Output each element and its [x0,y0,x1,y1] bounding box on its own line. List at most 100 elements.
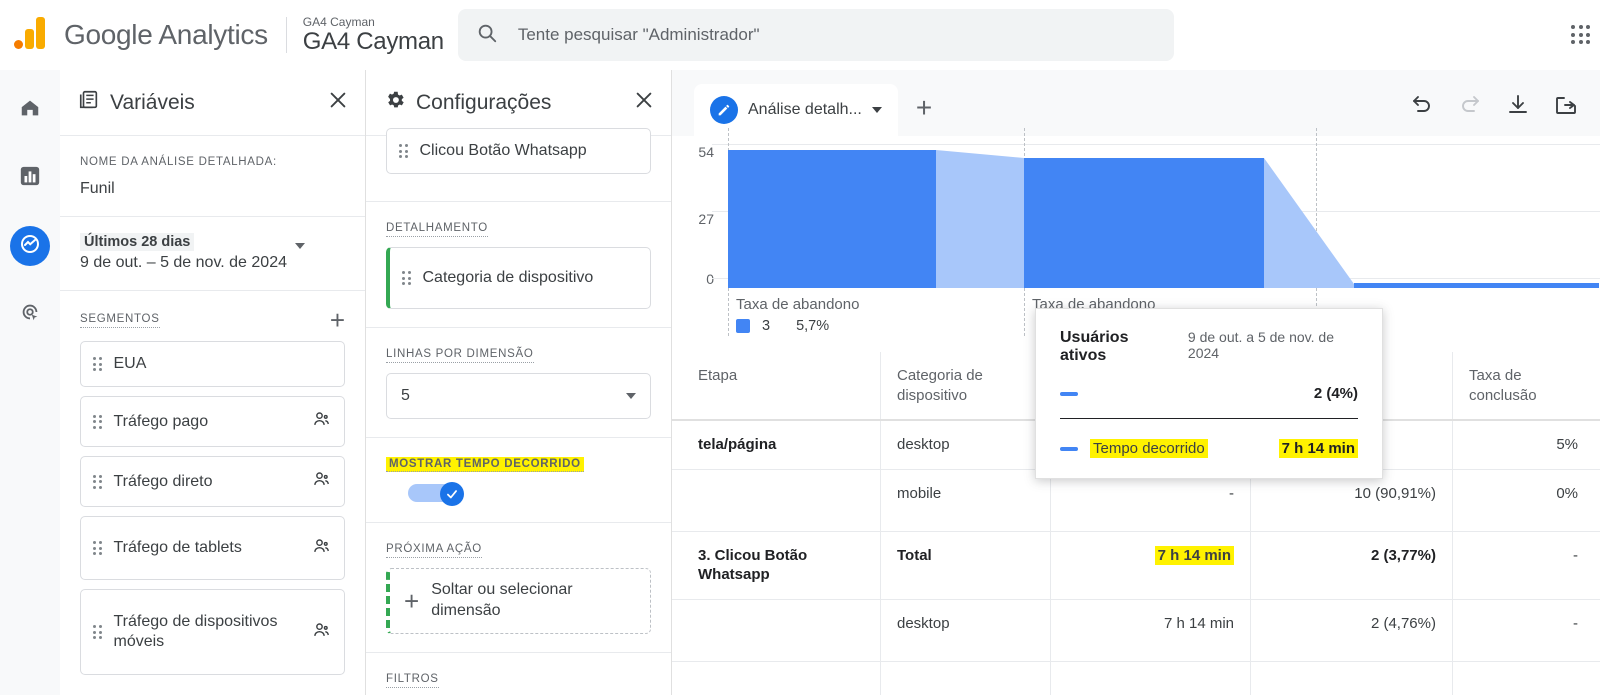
drag-handle-icon[interactable] [399,144,408,158]
cell-device: desktop [880,599,1050,661]
home-icon [19,97,41,124]
brand-name: Google Analytics [64,19,268,50]
tab-exploration[interactable]: Análise detalh... [694,84,898,136]
cell-time [1050,661,1250,695]
chevron-down-icon[interactable] [294,243,305,249]
date-range-pill: Últimos 28 dias [80,233,195,251]
tooltip-header: Usuários ativos 9 de out. a 5 de nov. de… [1060,329,1358,365]
drag-handle-icon[interactable] [93,474,102,489]
segment-item[interactable]: Tráfego de dispositivos móveis [80,589,345,675]
tab-actions [1410,93,1578,122]
segment-item[interactable]: EUA [80,341,345,387]
column-header-etapa[interactable]: Etapa [672,352,880,419]
cell-device: Total [880,531,1050,599]
column-header-device[interactable]: Categoria de dispositivo [880,352,1050,419]
plus-icon: + [404,586,420,616]
date-range-section[interactable]: Últimos 28 dias 9 de out. – 5 de nov. de… [60,217,365,291]
elapsed-time-toggle[interactable] [408,482,464,506]
y-tick-label: 0 [706,271,714,287]
cell-time-highlight: 7 h 14 min [1154,545,1234,565]
top-bar: Google Analytics GA4 Cayman GA4 Cayman T… [0,0,1600,70]
legend-value: 3 [762,318,771,334]
sidebar-item-home[interactable] [10,90,50,130]
users-icon [312,536,332,561]
table-row[interactable]: desktop 7 h 14 min 2 (4,76%) - [672,599,1600,662]
redo-icon [1458,93,1482,122]
analysis-name-value[interactable]: Funil [80,180,345,198]
next-action-drop-label: Soltar ou selecionar dimensão [431,581,573,619]
search-bar[interactable]: Tente pesquisar "Administrador" [457,9,1174,61]
y-tick-label: 54 [698,144,714,160]
apps-grid-icon[interactable] [1568,22,1594,48]
cell-device: mobile [880,469,1050,531]
close-icon[interactable] [327,89,349,116]
bar-chart-icon [19,165,41,192]
add-segment-button[interactable]: + [330,307,345,333]
advertising-target-icon [19,301,41,328]
property-selector[interactable]: GA4 Cayman GA4 Cayman [303,16,444,54]
brand-divider [285,17,287,53]
dropoff-label-1: Taxa de abandono [736,296,860,313]
dropoff-legend-1: 3 5,7% [736,318,829,334]
legend-percent: 5,7% [796,318,830,334]
funnel-bar-step-3[interactable] [1354,283,1599,288]
segment-item[interactable]: Tráfego direto [80,456,345,507]
cell-rate: - [1452,599,1600,661]
table-row[interactable]: 3. Clicou Botão Whatsapp Total 7 h 14 mi… [672,531,1600,600]
segment-label: Tráfego pago [113,412,209,430]
cell-etapa: 3. Clicou Botão Whatsapp [698,546,808,584]
steps-section-partial: Clicou Botão Whatsapp [366,128,671,202]
drag-handle-icon[interactable] [93,541,102,555]
funnel-bar-step-2[interactable] [1024,158,1264,288]
rows-select[interactable]: 5 [386,373,651,419]
undo-icon[interactable] [1410,93,1434,122]
explore-icon [18,232,42,261]
cell-etapa [672,600,880,661]
check-icon [440,482,464,506]
search-input[interactable]: Tente pesquisar "Administrador" [518,25,760,45]
sidebar-item-advertising[interactable] [10,294,50,334]
drag-handle-icon[interactable] [402,271,411,285]
cell-etapa [672,470,880,531]
segment-item[interactable]: Tráfego pago [80,396,345,447]
google-analytics-logo-icon [14,15,50,55]
step-chip[interactable]: Clicou Botão Whatsapp [386,128,651,174]
variables-icon [78,89,100,116]
sidebar-item-explore[interactable] [10,226,50,266]
variables-panel-header: Variáveis [60,70,365,136]
breakdown-chip[interactable]: Categoria de dispositivo [386,247,651,309]
tooltip-elapsed-name: Tempo decorrido [1090,439,1208,458]
tooltip-value-row: 2 (4%) [1060,385,1358,402]
chevron-down-icon[interactable] [626,393,636,399]
y-tick-label: 27 [698,211,714,227]
cell-etapa [672,662,880,695]
cell-time: 7 h 14 min [1050,599,1250,661]
tab-bar: Análise detalh... + [672,70,1600,136]
sidebar-item-reports[interactable] [10,158,50,198]
download-icon[interactable] [1506,93,1530,122]
tab-label: Análise detalh... [748,101,862,118]
rows-label: LINHAS POR DIMENSÃO [386,348,534,363]
step-chip-label: Clicou Botão Whatsapp [419,142,587,159]
search-icon [476,22,498,49]
analysis-name-label: NOME DA ANÁLISE DETALHADA: [80,156,277,168]
share-icon[interactable] [1554,93,1578,122]
add-tab-button[interactable]: + [916,92,932,124]
rows-per-dimension-section: LINHAS POR DIMENSÃO 5 [366,328,671,438]
segment-item[interactable]: Tráfego de tablets [80,516,345,580]
next-action-dropzone[interactable]: + Soltar ou selecionar dimensão [386,568,651,634]
close-icon[interactable] [633,89,655,116]
drag-handle-icon[interactable] [93,357,102,371]
drag-handle-icon[interactable] [93,625,102,639]
pencil-icon [710,96,738,124]
chevron-down-icon[interactable] [871,107,882,113]
breakdown-label: DETALHAMENTO [386,222,488,237]
drag-handle-icon[interactable] [93,414,102,429]
table-row[interactable] [672,661,1600,695]
funnel-bar-step-1[interactable] [728,150,936,288]
app-root: Google Analytics GA4 Cayman GA4 Cayman T… [0,0,1600,695]
segment-label: EUA [113,355,147,372]
cell-rate: - [1452,531,1600,599]
panel-title: Configurações [416,90,552,114]
column-header-rate[interactable]: Taxa de conclusão [1452,352,1600,419]
